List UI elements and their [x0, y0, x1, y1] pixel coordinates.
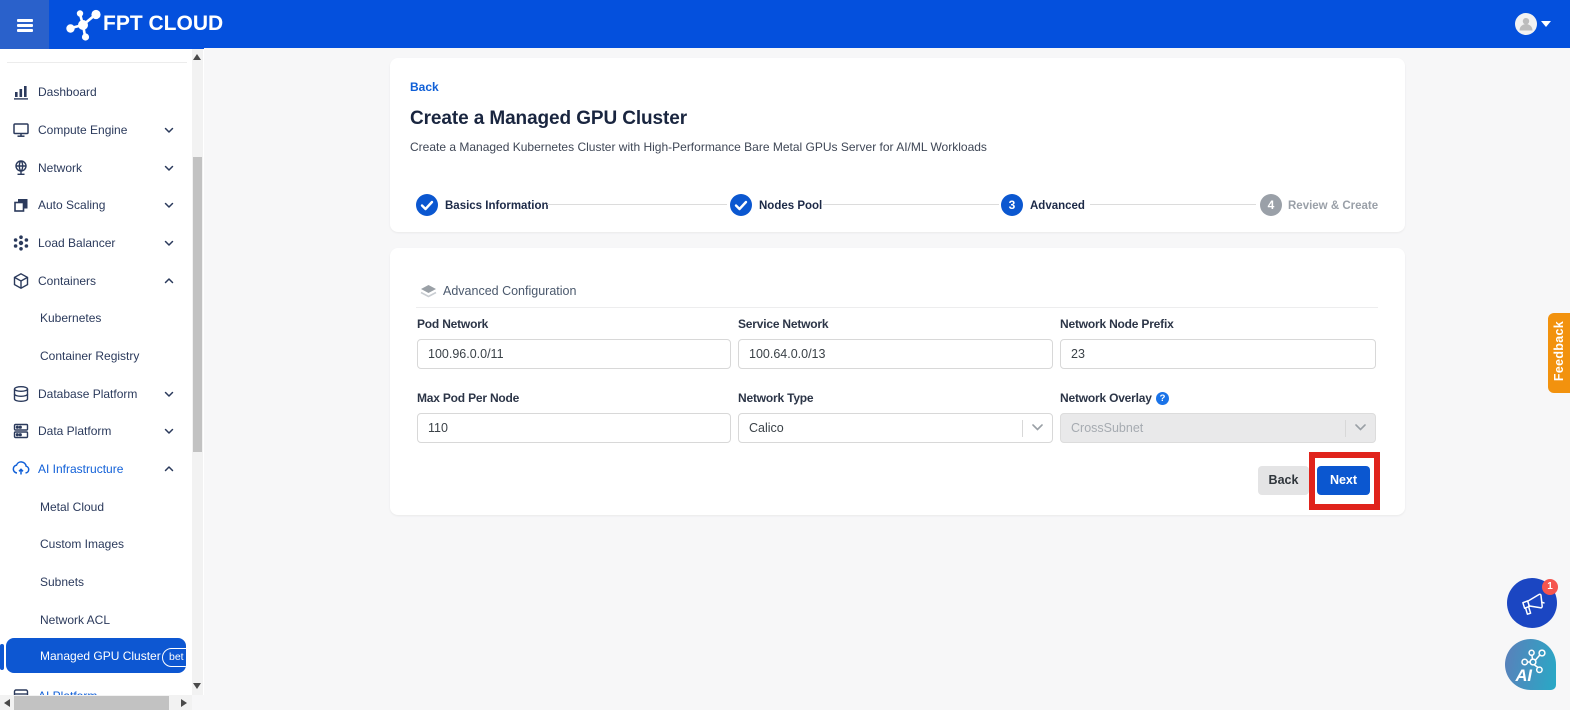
svg-text:AI: AI: [1515, 667, 1533, 685]
